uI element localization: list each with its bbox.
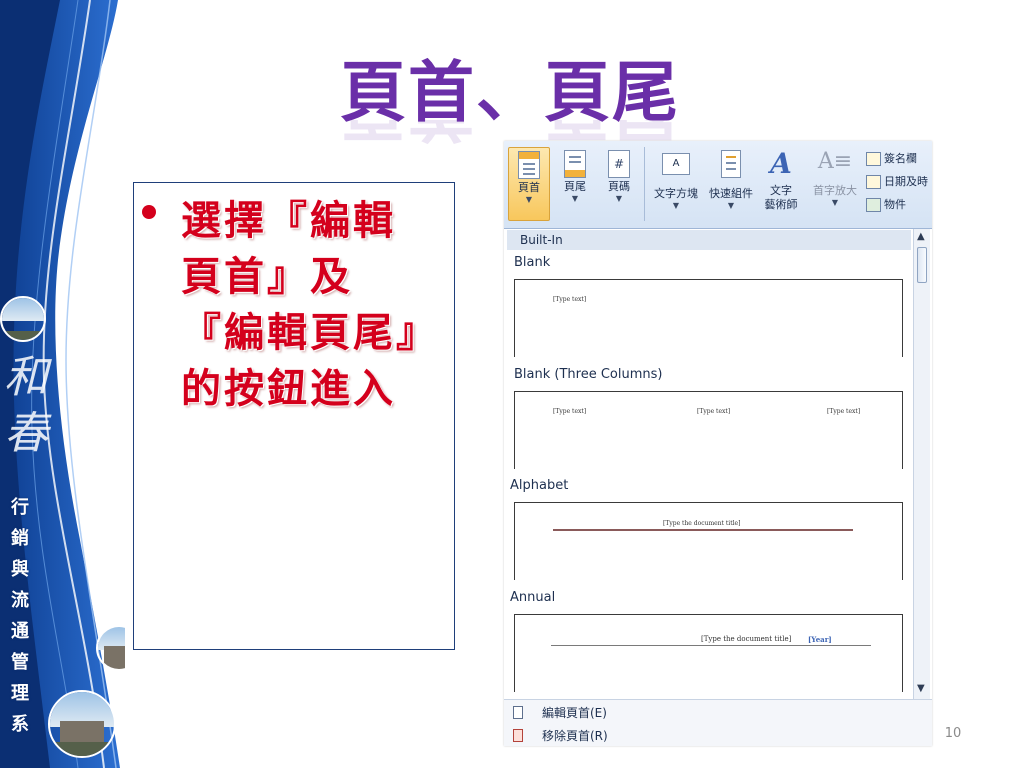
textbox-button[interactable]: A 文字方塊 ▼ bbox=[648, 147, 704, 211]
section-label-alphabet: Alphabet bbox=[510, 478, 569, 493]
left-decorative-band: 和春 行銷與流通管理系 bbox=[0, 0, 125, 768]
calligraphy-text: 和春 bbox=[4, 352, 48, 459]
textbox-icon: A bbox=[662, 153, 690, 175]
section-label-annual: Annual bbox=[510, 590, 556, 605]
placeholder-year: [Year] bbox=[808, 635, 832, 644]
scroll-thumb[interactable] bbox=[917, 247, 927, 283]
page-number: 10 bbox=[944, 726, 962, 741]
chevron-down-icon: ▼ bbox=[525, 195, 533, 204]
object-label: 物件 bbox=[884, 198, 906, 211]
datetime-label: 日期及時 bbox=[884, 175, 928, 188]
header-menu: 編輯頁首(E) 移除頁首(R) bbox=[504, 699, 932, 746]
thumb-annual[interactable]: [Type the document title] [Year] bbox=[514, 614, 903, 692]
gallery-heading: Built-In bbox=[507, 230, 911, 250]
gallery-scrollbar[interactable]: ▲ ▼ bbox=[913, 229, 930, 699]
footer-button-label: 頁尾 bbox=[564, 180, 586, 193]
page-number-button-label: 頁碼 bbox=[608, 180, 630, 193]
page-number-icon: # bbox=[608, 150, 630, 178]
insert-ribbon: 頁首 ▼ 頁尾 ▼ # 頁碼 ▼ A 文字方塊 ▼ 快速組件 ▼ A 文字 藝術… bbox=[504, 141, 932, 229]
textbox-button-label: 文字方塊 bbox=[654, 187, 698, 200]
group-separator bbox=[644, 147, 645, 221]
bullet-text: 選擇『編輯頁首』及『編輯頁尾』的按鈕進入 bbox=[181, 197, 419, 412]
title-rule bbox=[553, 529, 853, 531]
placeholder-text: [Type text] bbox=[697, 408, 731, 415]
thumb-alphabet[interactable]: [Type the document title] bbox=[514, 502, 903, 580]
dropcap-icon: A≡ bbox=[817, 149, 853, 174]
header-button[interactable]: 頁首 ▼ bbox=[508, 147, 550, 221]
signature-line-command[interactable]: 簽名欄 bbox=[866, 150, 917, 167]
placeholder-text: [Type text] bbox=[827, 408, 861, 415]
quick-parts-button[interactable]: 快速組件 ▼ bbox=[704, 147, 758, 211]
signature-icon bbox=[866, 152, 881, 166]
department-name: 行銷與流通管理系 bbox=[11, 497, 29, 735]
title-rule bbox=[551, 645, 871, 646]
content-box: 選擇『編輯頁首』及『編輯頁尾』的按鈕進入 bbox=[133, 182, 455, 650]
campus-photo-top bbox=[0, 296, 46, 342]
header-icon bbox=[518, 151, 540, 179]
dropcap-button[interactable]: A≡ 首字放大 ▼ bbox=[808, 147, 862, 208]
header-button-label: 頁首 bbox=[518, 181, 540, 194]
header-gallery: Built-In Blank [Type text] Blank (Three … bbox=[504, 229, 932, 746]
signature-label: 簽名欄 bbox=[884, 152, 917, 165]
wordart-button-label-2: 藝術師 bbox=[764, 198, 798, 211]
footer-icon bbox=[564, 150, 586, 178]
footer-button[interactable]: 頁尾 ▼ bbox=[554, 147, 596, 204]
date-time-command[interactable]: 日期及時 bbox=[866, 173, 928, 190]
bullet-dot bbox=[142, 205, 156, 219]
object-command[interactable]: 物件 bbox=[866, 196, 906, 213]
word-screenshot: 頁首 ▼ 頁尾 ▼ # 頁碼 ▼ A 文字方塊 ▼ 快速組件 ▼ A 文字 藝術… bbox=[504, 141, 932, 746]
thumb-three-columns[interactable]: [Type text] [Type text] [Type text] bbox=[514, 391, 903, 469]
placeholder-text: [Type the document title] bbox=[701, 635, 792, 643]
quick-parts-button-label: 快速組件 bbox=[709, 187, 753, 200]
section-label-blank: Blank bbox=[514, 255, 551, 270]
chevron-down-icon: ▼ bbox=[831, 198, 839, 207]
placeholder-text: [Type text] bbox=[553, 296, 587, 303]
remove-header-label: 移除頁首(R) bbox=[542, 729, 608, 743]
dropcap-button-label: 首字放大 bbox=[813, 184, 857, 197]
thumb-blank[interactable]: [Type text] bbox=[514, 279, 903, 357]
remove-header-icon bbox=[513, 729, 523, 742]
wordart-button-label-1: 文字 bbox=[770, 184, 792, 197]
section-label-three-columns: Blank (Three Columns) bbox=[514, 367, 663, 382]
placeholder-text: [Type the document title] bbox=[663, 520, 741, 527]
scroll-down-icon[interactable]: ▼ bbox=[917, 683, 925, 694]
edit-header-label: 編輯頁首(E) bbox=[542, 706, 607, 720]
scroll-up-icon[interactable]: ▲ bbox=[917, 231, 925, 242]
edit-header-icon bbox=[513, 706, 523, 719]
remove-header-menu-item[interactable]: 移除頁首(R) bbox=[504, 725, 932, 746]
chevron-down-icon: ▼ bbox=[571, 194, 579, 203]
page-number-button[interactable]: # 頁碼 ▼ bbox=[598, 147, 640, 204]
quick-parts-icon bbox=[721, 150, 741, 178]
placeholder-text: [Type text] bbox=[553, 408, 587, 415]
campus-photo-bottom bbox=[48, 690, 116, 758]
chevron-down-icon: ▼ bbox=[727, 201, 735, 210]
chevron-down-icon: ▼ bbox=[615, 194, 623, 203]
wordart-icon: A bbox=[770, 147, 792, 180]
datetime-icon bbox=[866, 175, 881, 189]
object-icon bbox=[866, 198, 881, 212]
wordart-button[interactable]: A 文字 藝術師 bbox=[758, 147, 804, 212]
edit-header-menu-item[interactable]: 編輯頁首(E) bbox=[504, 702, 932, 724]
chevron-down-icon: ▼ bbox=[672, 201, 680, 210]
